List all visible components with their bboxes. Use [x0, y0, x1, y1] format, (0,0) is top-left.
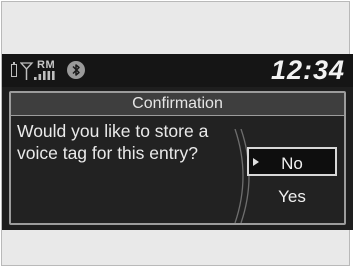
battery-icon — [11, 62, 17, 77]
option-no-label: No — [281, 154, 303, 173]
option-no-button[interactable]: No — [247, 147, 337, 176]
option-yes-label: Yes — [278, 187, 306, 206]
screenshot-frame: RM 12:34 Confirmation Would you like to … — [1, 1, 353, 266]
confirmation-dialog: Confirmation Would you like to store a v… — [9, 91, 346, 225]
dialog-title: Confirmation — [11, 93, 344, 116]
status-bar: RM 12:34 — [2, 54, 353, 87]
clock: 12:34 — [270, 55, 345, 85]
display-screen: RM 12:34 Confirmation Would you like to … — [2, 54, 353, 230]
bluetooth-icon — [67, 61, 85, 79]
dialog-message: Would you like to store a voice tag for … — [17, 121, 209, 163]
roaming-indicator: RM — [37, 59, 56, 71]
option-yes-button[interactable]: Yes — [247, 182, 337, 211]
selection-pointer-icon — [253, 158, 259, 166]
